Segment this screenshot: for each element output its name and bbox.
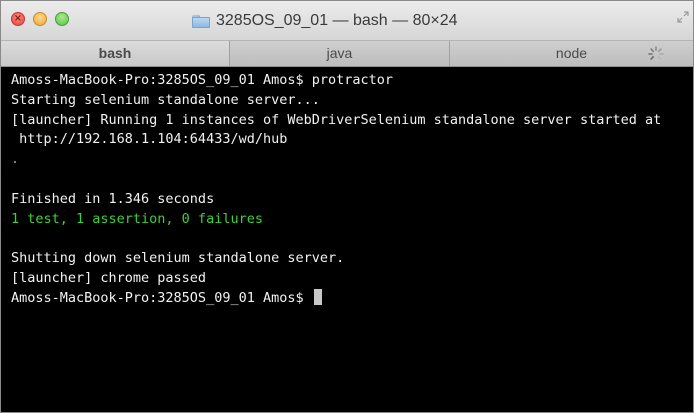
terminal-line: Starting selenium standalone server... bbox=[11, 91, 320, 108]
prompt-line: Amoss-MacBook-Pro:3285OS_09_01 Amos$ bbox=[11, 288, 693, 309]
terminal-line: [launcher] chrome passed bbox=[11, 269, 207, 286]
terminal-window: × 3285OS_09_01 — bash — 80×24 bash java … bbox=[0, 0, 694, 413]
close-icon: × bbox=[13, 13, 23, 24]
terminal-output[interactable]: Amoss-MacBook-Pro:3285OS_09_01 Amos$ pro… bbox=[1, 67, 693, 412]
terminal-line: . bbox=[11, 151, 20, 168]
close-button[interactable]: × bbox=[11, 12, 25, 26]
text-cursor bbox=[313, 288, 322, 305]
tab-label: java bbox=[326, 45, 353, 61]
prompt-text: Amoss-MacBook-Pro:3285OS_09_01 Amos$ bbox=[11, 289, 312, 306]
tab-label: bash bbox=[98, 45, 132, 61]
spinner-icon bbox=[648, 46, 664, 62]
minimize-button[interactable] bbox=[33, 12, 47, 26]
window-title-group: 3285OS_09_01 — bash — 80×24 bbox=[192, 10, 458, 32]
terminal-line: Shutting down selenium standalone server… bbox=[11, 250, 345, 267]
terminal-line: http://192.168.1.104:64433/wd/hub bbox=[11, 131, 288, 148]
fullscreen-icon[interactable] bbox=[677, 11, 689, 23]
tab-java[interactable]: java bbox=[230, 41, 450, 66]
title-bar[interactable]: × 3285OS_09_01 — bash — 80×24 bbox=[1, 1, 693, 41]
window-title: 3285OS_09_01 — bash — 80×24 bbox=[216, 12, 458, 29]
tab-bash[interactable]: bash bbox=[1, 41, 230, 66]
tab-node[interactable]: node bbox=[450, 41, 693, 66]
terminal-line: 1 test, 1 assertion, 0 failures bbox=[11, 210, 263, 227]
tab-bar: bash java node bbox=[1, 41, 693, 67]
folder-icon bbox=[192, 14, 210, 28]
zoom-button[interactable] bbox=[55, 12, 69, 26]
tab-label: node bbox=[555, 45, 588, 61]
terminal-line: Amoss-MacBook-Pro:3285OS_09_01 Amos$ pro… bbox=[11, 72, 394, 88]
terminal-line: Finished in 1.346 seconds bbox=[11, 190, 215, 207]
terminal-line: [launcher] Running 1 instances of WebDri… bbox=[11, 111, 662, 128]
